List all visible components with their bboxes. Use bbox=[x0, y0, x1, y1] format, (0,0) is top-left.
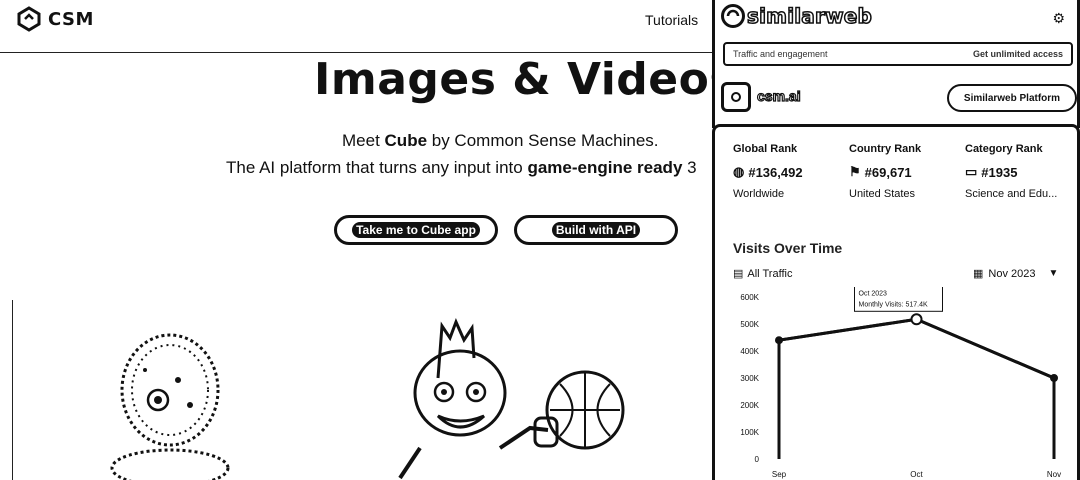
visits-chart: 0 100K 200K 300K 400K 500K 600K Sep Oct Nov Oct … bbox=[740, 287, 1061, 479]
country-rank: Country Rank ⚑ #69,671 United States bbox=[849, 143, 964, 200]
section-divider bbox=[12, 300, 13, 480]
promo-text: Traffic and engagement bbox=[733, 49, 828, 59]
visits-over-time-title: Visits Over Time bbox=[733, 240, 843, 256]
category-icon: ▭ bbox=[965, 164, 978, 179]
month-select[interactable]: ▦ Nov 2023 ▼ bbox=[973, 267, 1059, 281]
build-with-api-button-label: Build with API bbox=[551, 222, 641, 238]
tooltip-value: Monthly Visits: 517.4K bbox=[859, 301, 928, 308]
globe-icon: ◍ bbox=[733, 164, 745, 179]
flag-icon: ⚑ bbox=[849, 164, 861, 179]
csm-logo[interactable]: CSM bbox=[16, 6, 94, 32]
global-rank-scope: Worldwide bbox=[733, 188, 785, 200]
x-tick-label: Oct bbox=[910, 470, 923, 479]
traffic-filter[interactable]: ▤ All Traffic bbox=[733, 267, 793, 281]
chart-tooltip: Oct 2023 Monthly Visits: 517.4K bbox=[854, 287, 943, 312]
visits-area bbox=[777, 317, 1056, 459]
similarweb-panel: similarweb ⚙ Traffic and engagement Get … bbox=[712, 0, 1080, 480]
global-rank-value: #136,492 bbox=[748, 164, 803, 180]
site-row: csm.ai Similarweb Platform bbox=[721, 80, 1077, 118]
x-tick-label: Sep bbox=[772, 470, 787, 479]
csm-logo-icon bbox=[17, 6, 41, 32]
hero-subtitle-1: Meet Cube by Common Sense Machines. bbox=[342, 131, 659, 150]
build-with-api-button[interactable]: Build with API bbox=[514, 215, 678, 245]
global-rank: Global Rank ◍ #136,492 Worldwide bbox=[733, 143, 848, 200]
site-domain: csm.ai bbox=[756, 87, 801, 104]
donut-character-image bbox=[110, 333, 230, 480]
visits-point[interactable] bbox=[1050, 374, 1058, 382]
chevron-down-icon: ▼ bbox=[1048, 268, 1059, 279]
category-rank-value-row: ▭ #1935 bbox=[965, 164, 1080, 180]
similarweb-platform-button[interactable]: Similarweb Platform bbox=[947, 84, 1077, 112]
cube-app-button-label: Take me to Cube app bbox=[352, 222, 480, 238]
country-rank-value-row: ⚑ #69,671 bbox=[849, 164, 964, 180]
cube-app-button[interactable]: Take me to Cube app bbox=[334, 215, 498, 245]
nav-tutorials-link[interactable]: Tutorials bbox=[645, 12, 698, 28]
y-tick-label: 400K bbox=[740, 347, 759, 356]
promo-link[interactable]: Get unlimited access bbox=[973, 49, 1063, 59]
category-rank-value: #1935 bbox=[981, 164, 1018, 180]
global-rank-label: Global Rank bbox=[733, 143, 798, 155]
country-rank-value: #69,671 bbox=[864, 164, 912, 180]
hero-subtitle-2: The AI platform that turns any input int… bbox=[226, 158, 697, 177]
traffic-icon: ▤ bbox=[733, 268, 744, 280]
category-rank-scope: Science and Edu... bbox=[965, 188, 1058, 200]
site-favicon-icon bbox=[721, 82, 751, 112]
y-tick-label: 0 bbox=[755, 455, 760, 464]
traffic-filter-label: All Traffic bbox=[747, 267, 793, 280]
calendar-icon: ▦ bbox=[973, 268, 984, 280]
country-rank-scope: United States bbox=[849, 188, 916, 200]
y-tick-label: 500K bbox=[740, 320, 759, 329]
y-tick-label: 300K bbox=[740, 374, 759, 383]
month-select-value: Nov 2023 bbox=[988, 267, 1036, 280]
gorilla-basketball-image bbox=[398, 318, 625, 480]
similarweb-logo-icon bbox=[721, 4, 745, 28]
y-tick-label: 600K bbox=[740, 293, 759, 302]
gear-icon[interactable]: ⚙ bbox=[1052, 10, 1065, 27]
y-tick-label: 100K bbox=[740, 428, 759, 437]
hero-title: Images & Videos bbox=[314, 54, 737, 105]
tooltip-month: Oct 2023 bbox=[859, 290, 888, 297]
visits-line bbox=[778, 317, 1055, 380]
similarweb-body: Global Rank ◍ #136,492 Worldwide Country… bbox=[712, 124, 1080, 480]
y-tick-label: 200K bbox=[740, 401, 759, 410]
country-rank-label: Country Rank bbox=[849, 143, 922, 155]
x-tick-label: Nov bbox=[1047, 470, 1061, 479]
similarweb-brand-text: similarweb bbox=[746, 3, 873, 29]
logo-text: CSM bbox=[48, 8, 94, 30]
visits-point[interactable] bbox=[910, 313, 923, 326]
similarweb-brand: similarweb bbox=[721, 3, 873, 29]
category-rank-label: Category Rank bbox=[965, 143, 1043, 155]
global-rank-value-row: ◍ #136,492 bbox=[733, 164, 848, 180]
similarweb-promo-banner[interactable]: Traffic and engagement Get unlimited acc… bbox=[723, 42, 1073, 66]
header-divider bbox=[0, 52, 712, 53]
similarweb-header: similarweb ⚙ Traffic and engagement Get … bbox=[712, 0, 1080, 128]
visits-point[interactable] bbox=[775, 336, 783, 345]
category-rank: Category Rank ▭ #1935 Science and Edu... bbox=[965, 143, 1080, 200]
